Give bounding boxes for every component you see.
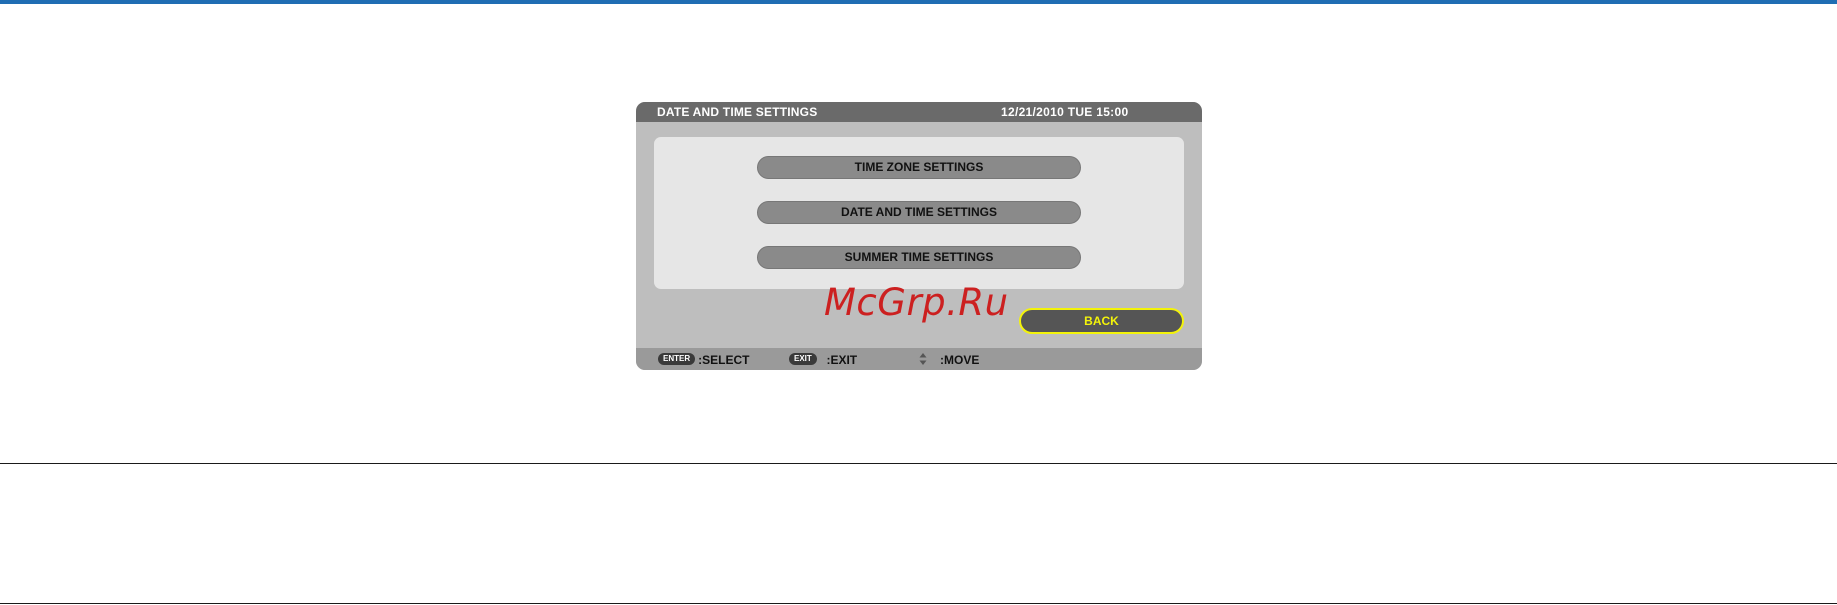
back-button[interactable]: BACK <box>1019 308 1184 334</box>
exit-label: :EXIT <box>826 352 858 367</box>
section-divider <box>0 463 1837 464</box>
top-divider <box>0 0 1837 4</box>
exit-key-icon: EXIT <box>789 352 817 365</box>
time-zone-settings-button[interactable]: TIME ZONE SETTINGS <box>757 156 1081 179</box>
move-hint: :MOVE <box>918 348 979 370</box>
page: DATE AND TIME SETTINGS 12/21/2010 TUE 15… <box>0 0 1837 605</box>
date-time-settings-window: DATE AND TIME SETTINGS 12/21/2010 TUE 15… <box>636 102 1202 370</box>
move-label: :MOVE <box>940 352 980 367</box>
watermark: McGrp.Ru <box>824 281 1009 324</box>
select-label: :SELECT <box>698 352 750 367</box>
title-bar: DATE AND TIME SETTINGS 12/21/2010 TUE 15… <box>636 102 1202 122</box>
date-and-time-settings-button[interactable]: DATE AND TIME SETTINGS <box>757 201 1081 224</box>
exit-hint: EXIT :EXIT <box>789 348 857 370</box>
enter-hint: ENTER:SELECT <box>658 348 749 370</box>
bottom-divider <box>0 603 1837 604</box>
summer-time-settings-button[interactable]: SUMMER TIME SETTINGS <box>757 246 1081 269</box>
key-hint-bar: ENTER:SELECT EXIT :EXIT :MOVE <box>636 348 1202 370</box>
up-down-arrow-icon <box>919 352 927 365</box>
current-datetime: 12/21/2010 TUE 15:00 <box>1001 105 1129 119</box>
window-title: DATE AND TIME SETTINGS <box>657 105 818 119</box>
enter-key-icon: ENTER <box>658 352 696 365</box>
menu-panel: TIME ZONE SETTINGS DATE AND TIME SETTING… <box>654 137 1184 289</box>
